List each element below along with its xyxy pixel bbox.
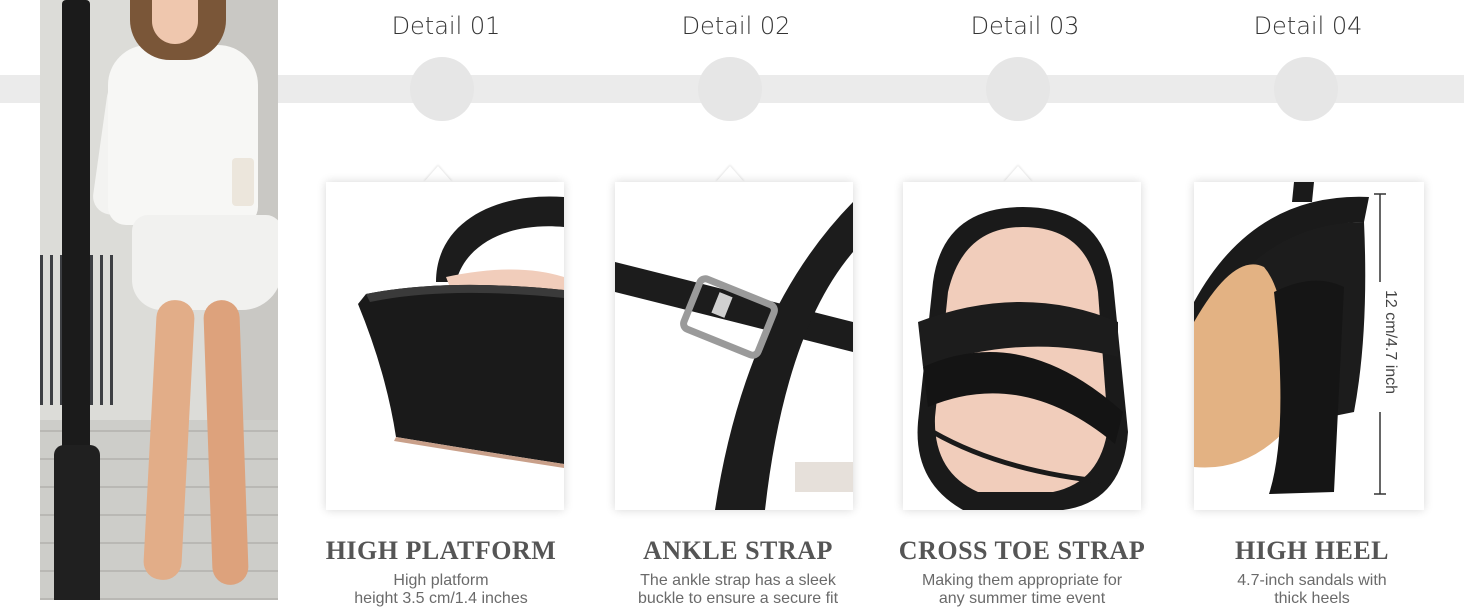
- detail-02-pointer: [716, 166, 744, 182]
- detail-02-description: The ankle strap has a sleek buckle to en…: [588, 572, 888, 608]
- lamp-base: [54, 445, 100, 600]
- heel-height-measure: 12 cm/4.7 inch: [1382, 290, 1399, 394]
- detail-04-desc-line-2: thick heels: [1274, 590, 1350, 607]
- ankle-strap-illustration: [615, 202, 853, 510]
- detail-01-marker: [410, 57, 474, 121]
- detail-03-label: Detail 03: [970, 12, 1080, 40]
- detail-03-pointer: [1004, 166, 1032, 182]
- detail-03-description: Making them appropriate for any summer t…: [872, 572, 1172, 608]
- platform-shoe-illustration: [358, 196, 564, 468]
- detail-03-marker: [986, 57, 1050, 121]
- detail-03-desc-line-2: any summer time event: [938, 590, 1106, 607]
- detail-01-title: HIGH PLATFORM: [325, 536, 557, 565]
- detail-03-image: [903, 182, 1141, 510]
- model-photo: [40, 0, 278, 600]
- detail-04-title: HIGH HEEL: [1234, 536, 1390, 565]
- coffee-cup: [232, 158, 254, 206]
- detail-02-title: ANKLE STRAP: [643, 536, 833, 565]
- detail-04-image: 12 cm/4.7 inch: [1194, 182, 1424, 510]
- cross-toe-illustration: [917, 207, 1128, 510]
- detail-04-marker: [1274, 57, 1338, 121]
- detail-02-desc-line-2: buckle to ensure a secure fit: [637, 590, 839, 607]
- detail-03-title: CROSS TOE STRAP: [898, 536, 1146, 565]
- high-heel-illustration: 12 cm/4.7 inch: [1194, 182, 1399, 495]
- detail-03-desc-line-1: Making them appropriate for: [921, 572, 1123, 589]
- detail-01-desc-line-1: High platform: [393, 572, 489, 589]
- detail-02-label: Detail 02: [681, 12, 791, 40]
- detail-01-desc-line-2: height 3.5 cm/1.4 inches: [354, 590, 528, 607]
- model-face: [152, 0, 198, 44]
- detail-01-image: [326, 182, 564, 510]
- detail-01-description: High platform height 3.5 cm/1.4 inches: [291, 572, 591, 608]
- detail-04-desc-line-1: 4.7-inch sandals with: [1237, 572, 1387, 589]
- detail-01-label: Detail 01: [391, 12, 501, 40]
- ruffle-skirt: [132, 215, 278, 310]
- detail-02-image: [615, 182, 853, 510]
- detail-02-marker: [698, 57, 762, 121]
- detail-01-pointer: [424, 166, 452, 182]
- detail-04-label: Detail 04: [1253, 12, 1363, 40]
- detail-02-desc-line-1: The ankle strap has a sleek: [640, 572, 836, 589]
- detail-04-description: 4.7-inch sandals with thick heels: [1162, 572, 1462, 608]
